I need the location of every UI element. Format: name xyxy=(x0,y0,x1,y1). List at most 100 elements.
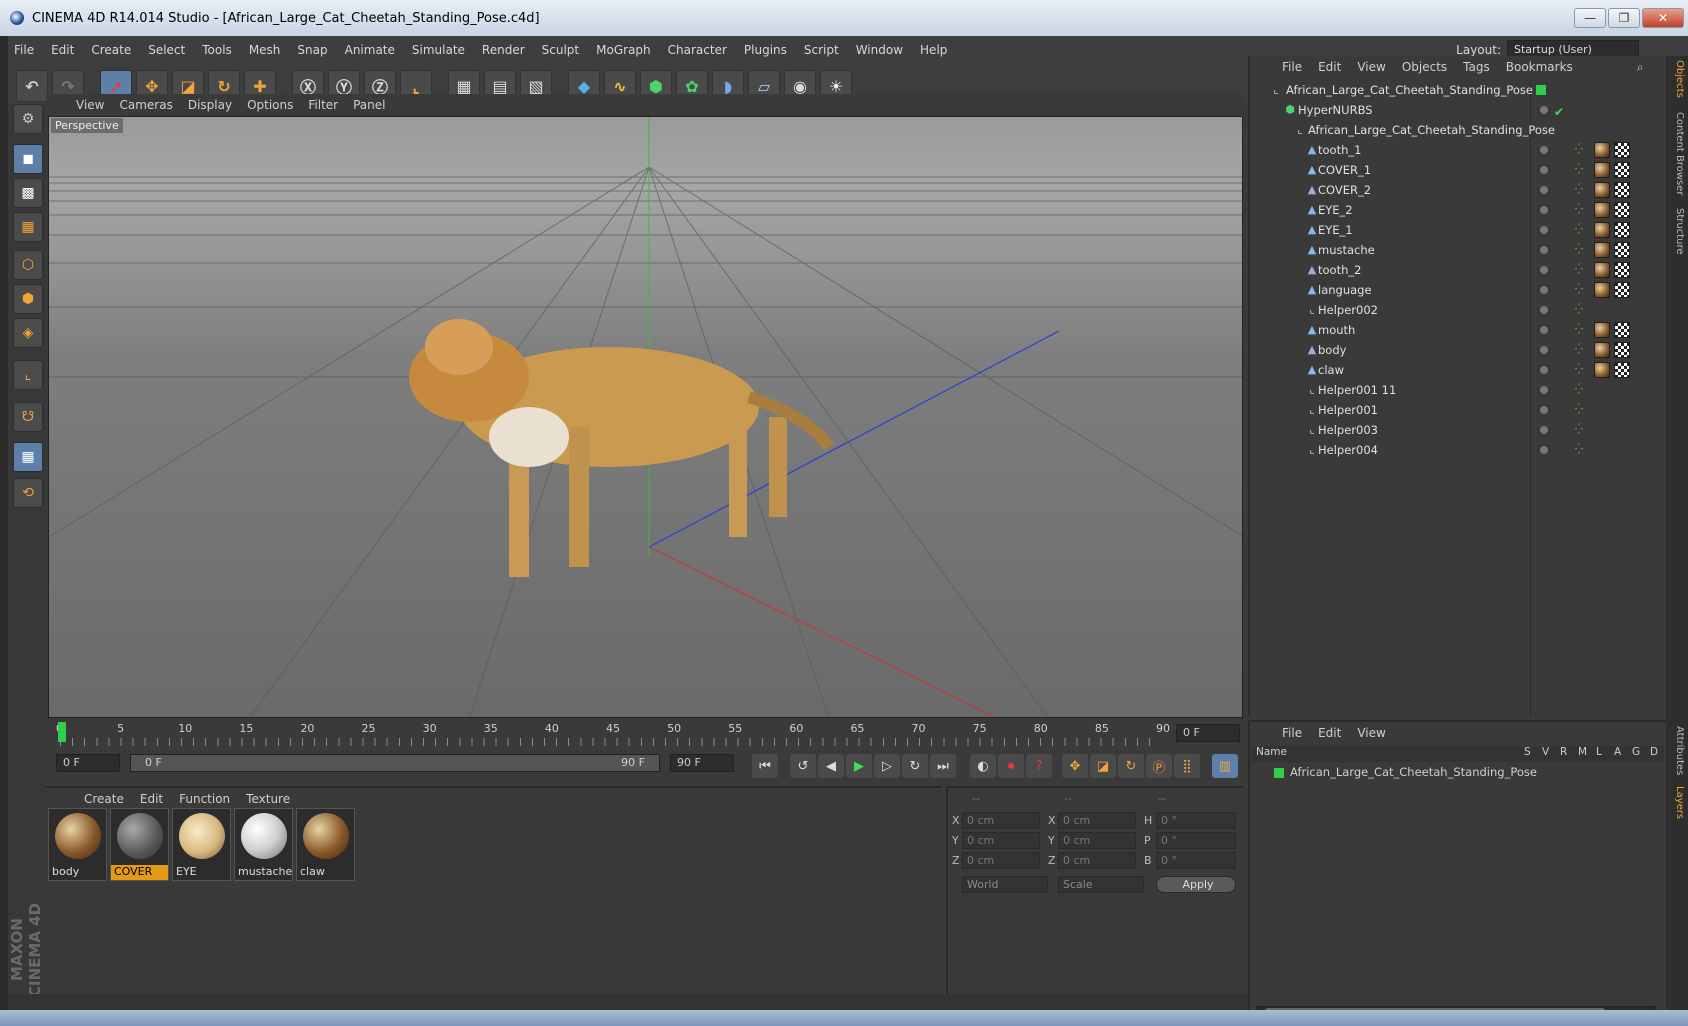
layer-menu-edit[interactable]: Edit xyxy=(1318,726,1341,740)
size-y-field[interactable]: 0 cm xyxy=(1058,832,1136,849)
tree-row[interactable]: ▲ language ⁛ xyxy=(1250,280,1668,300)
tab-objects[interactable]: Objects xyxy=(1669,60,1685,98)
rotation-h-field[interactable]: 0 ° xyxy=(1156,812,1236,829)
phong-tag-icon[interactable]: ⁛ xyxy=(1575,205,1587,215)
key-pla-icon[interactable]: ⣿ xyxy=(1174,754,1200,778)
tree-row-group[interactable]: ⌞ African_Large_Cat_Cheetah_Standing_Pos… xyxy=(1250,120,1668,140)
visibility-dot-icon[interactable] xyxy=(1540,346,1548,354)
timeline[interactable]: 051015202530354045505560657075808590 0 F xyxy=(46,718,1243,752)
phong-tag-icon[interactable]: ⁛ xyxy=(1575,185,1587,195)
visibility-dot-icon[interactable] xyxy=(1540,406,1548,414)
play-icon[interactable]: ▶ xyxy=(846,754,872,778)
menu-tools[interactable]: Tools xyxy=(202,43,232,57)
material-tag-icon[interactable] xyxy=(1594,282,1610,298)
phong-tag-icon[interactable]: ⁛ xyxy=(1575,325,1587,335)
3d-viewport[interactable]: Perspective xyxy=(48,116,1243,718)
texture-mode-icon[interactable]: ▩ xyxy=(13,178,43,208)
object-menu-view[interactable]: View xyxy=(1357,60,1385,74)
goto-end-icon[interactable]: ⏭ xyxy=(930,754,956,778)
texture-tag-icon[interactable] xyxy=(1614,342,1630,358)
tree-row[interactable]: ⌞ Helper002 ⁛ xyxy=(1250,300,1668,320)
visibility-dot-icon[interactable] xyxy=(1540,146,1548,154)
size-z-field[interactable]: 0 cm xyxy=(1058,852,1136,869)
menu-plugins[interactable]: Plugins xyxy=(744,43,787,57)
key-position-icon[interactable]: ✥ xyxy=(1062,754,1088,778)
phong-tag-icon[interactable]: ⁛ xyxy=(1575,345,1587,355)
material-tag-icon[interactable] xyxy=(1594,262,1610,278)
viewport-menu-filter[interactable]: Filter xyxy=(308,98,338,112)
object-menu-file[interactable]: File xyxy=(1282,60,1302,74)
make-editable-icon[interactable]: ⚙ xyxy=(13,104,43,134)
texture-tag-icon[interactable] xyxy=(1614,282,1630,298)
menu-edit[interactable]: Edit xyxy=(51,43,74,57)
apply-button[interactable]: Apply xyxy=(1156,876,1236,893)
phong-tag-icon[interactable]: ⁛ xyxy=(1575,265,1587,275)
goto-start-icon[interactable]: ⏮ xyxy=(752,754,778,778)
material-menu-texture[interactable]: Texture xyxy=(246,792,290,806)
visibility-dot-icon[interactable] xyxy=(1540,286,1548,294)
start-frame-field[interactable]: 0 F xyxy=(56,754,120,772)
menu-animate[interactable]: Animate xyxy=(345,43,395,57)
end-frame-field[interactable]: 90 F xyxy=(670,754,734,772)
workplane-icon[interactable]: ▦ xyxy=(13,212,43,242)
auto-key-icon[interactable]: ⏺ xyxy=(998,754,1024,778)
tree-row-root[interactable]: ⌞ African_Large_Cat_Cheetah_Standing_Pos… xyxy=(1250,80,1668,100)
menu-help[interactable]: Help xyxy=(920,43,947,57)
key-rotation-icon[interactable]: ↻ xyxy=(1118,754,1144,778)
visibility-dot-icon[interactable] xyxy=(1540,386,1548,394)
tab-layers[interactable]: Layers xyxy=(1669,786,1685,819)
visibility-dot-icon[interactable] xyxy=(1540,426,1548,434)
tab-structure[interactable]: Structure xyxy=(1669,208,1685,255)
menu-character[interactable]: Character xyxy=(668,43,727,57)
texture-tag-icon[interactable] xyxy=(1614,182,1630,198)
material-tag-icon[interactable] xyxy=(1594,162,1610,178)
search-icon[interactable]: ⌕ xyxy=(1637,60,1644,75)
menu-simulate[interactable]: Simulate xyxy=(412,43,465,57)
position-y-field[interactable]: 0 cm xyxy=(962,832,1040,849)
close-button[interactable]: ✕ xyxy=(1642,8,1684,28)
visibility-dot-icon[interactable] xyxy=(1540,266,1548,274)
visibility-dot-icon[interactable] xyxy=(1540,186,1548,194)
tree-row[interactable]: ▲ claw ⁛ xyxy=(1250,360,1668,380)
undo-icon[interactable]: ↶ xyxy=(16,70,48,102)
layer-menu-file[interactable]: File xyxy=(1282,726,1302,740)
tree-row[interactable]: ▲ EYE_2 ⁛ xyxy=(1250,200,1668,220)
rotation-p-field[interactable]: 0 ° xyxy=(1156,832,1236,849)
cheetah-model[interactable] xyxy=(409,319,834,577)
phong-tag-icon[interactable]: ⁛ xyxy=(1575,165,1587,175)
phong-tag-icon[interactable]: ⁛ xyxy=(1575,225,1587,235)
layer-menu-view[interactable]: View xyxy=(1357,726,1385,740)
tree-row-hypernurbs[interactable]: ⬢ HyperNURBS ✔ xyxy=(1250,100,1668,120)
edges-mode-icon[interactable]: ⬢ xyxy=(13,284,43,314)
material-tag-icon[interactable] xyxy=(1594,242,1610,258)
phong-tag-icon[interactable]: ⁛ xyxy=(1575,145,1587,155)
visibility-dot-icon[interactable] xyxy=(1540,326,1548,334)
visibility-dot-icon[interactable] xyxy=(1540,306,1548,314)
texture-tag-icon[interactable] xyxy=(1614,362,1630,378)
tree-row[interactable]: ▲ COVER_2 ⁛ xyxy=(1250,180,1668,200)
menu-snap[interactable]: Snap xyxy=(297,43,327,57)
points-mode-icon[interactable]: ⬡ xyxy=(13,250,43,280)
phong-tag-icon[interactable]: ⁛ xyxy=(1575,385,1587,395)
current-frame-field[interactable]: 0 F xyxy=(1176,724,1240,742)
menu-mesh[interactable]: Mesh xyxy=(249,43,281,57)
tree-row[interactable]: ▲ body ⁛ xyxy=(1250,340,1668,360)
tree-row[interactable]: ▲ EYE_1 ⁛ xyxy=(1250,220,1668,240)
phong-tag-icon[interactable]: ⁛ xyxy=(1575,245,1587,255)
menu-render[interactable]: Render xyxy=(482,43,525,57)
enabled-check-icon[interactable]: ✔ xyxy=(1554,102,1564,122)
position-z-field[interactable]: 0 cm xyxy=(962,852,1040,869)
tree-row[interactable]: ⌞ Helper001 11 ⁛ xyxy=(1250,380,1668,400)
menu-create[interactable]: Create xyxy=(91,43,131,57)
lock-workplane-icon[interactable]: ⟲ xyxy=(13,478,43,508)
texture-tag-icon[interactable] xyxy=(1614,222,1630,238)
material-tag-icon[interactable] xyxy=(1594,222,1610,238)
object-menu-edit[interactable]: Edit xyxy=(1318,60,1341,74)
model-mode-icon[interactable]: ◼ xyxy=(13,144,43,174)
viewport-menu-options[interactable]: Options xyxy=(247,98,293,112)
tree-row[interactable]: ▲ mustache ⁛ xyxy=(1250,240,1668,260)
coord-system-dropdown[interactable]: World xyxy=(962,876,1048,893)
keyframe-selection-icon[interactable]: ? xyxy=(1026,754,1052,778)
viewport-menu-panel[interactable]: Panel xyxy=(353,98,385,112)
timeline-window-icon[interactable]: ▥ xyxy=(1212,754,1238,778)
